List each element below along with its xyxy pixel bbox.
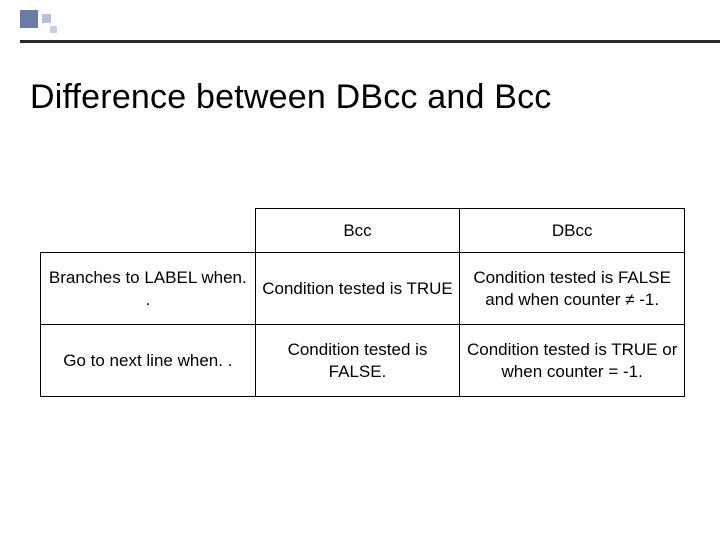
cell-nextline-dbcc: Condition tested is TRUE or when counter… (460, 325, 685, 397)
table-row: Go to next line when. . Condition tested… (41, 325, 685, 397)
table-corner-empty (41, 209, 256, 253)
column-header-bcc: Bcc (255, 209, 460, 253)
cell-nextline-bcc: Condition tested is FALSE. (255, 325, 460, 397)
cell-branches-bcc: Condition tested is TRUE (255, 253, 460, 325)
row-label-branches: Branches to LABEL when. . (41, 253, 256, 325)
deco-square-small-1 (42, 14, 51, 23)
deco-square-large (20, 10, 38, 28)
slide-decoration (20, 10, 90, 46)
comparison-table: Bcc DBcc Branches to LABEL when. . Condi… (40, 208, 685, 397)
slide-title: Difference between DBcc and Bcc (30, 78, 552, 117)
column-header-dbcc: DBcc (460, 209, 685, 253)
table-row: Branches to LABEL when. . Condition test… (41, 253, 685, 325)
table-header-row: Bcc DBcc (41, 209, 685, 253)
cell-branches-dbcc: Condition tested is FALSE and when count… (460, 253, 685, 325)
deco-square-small-2 (50, 26, 57, 33)
row-label-nextline: Go to next line when. . (41, 325, 256, 397)
deco-underline (20, 40, 720, 43)
